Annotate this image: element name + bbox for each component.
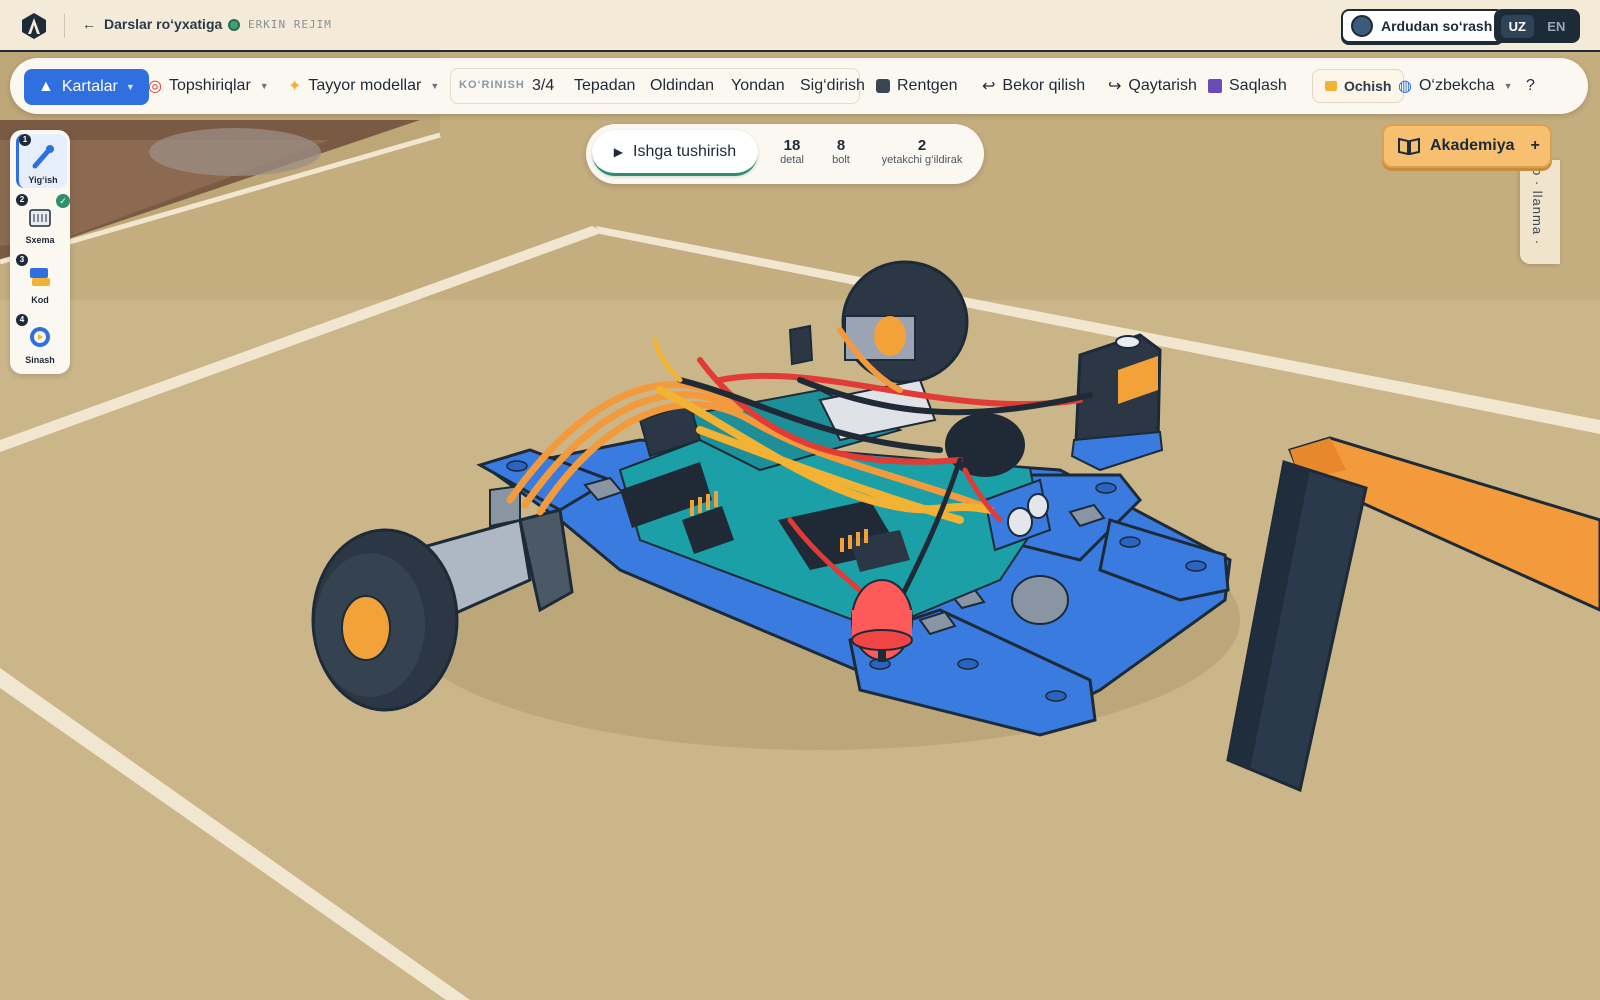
stat-drive-wheels: 2 yetakchi g‘ildirak [872,137,972,167]
step-number: 2 [16,194,28,206]
stat-value: 8 [836,137,846,154]
view-group-label: KO‘RINISH [459,79,525,91]
guide-side-tab[interactable]: o · llanma · [1520,160,1560,264]
redo-label: Qaytarish [1128,77,1197,94]
run-panel: ▶ Ishga tushirish 18 detal 8 bolt 2 yeta… [586,124,984,184]
language-label: O‘zbekcha [1418,77,1495,94]
robot-avatar-icon [1351,15,1373,37]
plus-icon: + [1530,137,1540,154]
top-bar: ← Darslar ro‘yxatiga ERKIN REJIM Ardudan… [0,0,1600,52]
lang-en-button[interactable]: EN [1539,15,1573,38]
step-test[interactable]: 4 Sinash [16,314,64,368]
view-3-4-button[interactable]: 3/4 [532,58,554,114]
mode-label: ERKIN REJIM [248,18,332,31]
redo-icon: ↪ [1108,78,1122,95]
tasks-label: Topshiriqlar [168,77,251,94]
target-icon: ◎ [148,78,162,95]
undo-label: Bekor qilish [1002,77,1086,94]
gear-play-icon [30,327,50,347]
view-top-button[interactable]: Tepadan [574,58,635,114]
step-assemble[interactable]: 1 Yig‘ish [16,134,67,188]
step-label: Kod [31,295,49,305]
step-label: Sinash [25,355,55,365]
folder-icon [1325,81,1337,91]
language-switch: UZ EN [1494,9,1580,43]
back-label: Darslar ro‘yxatiga [104,16,223,32]
globe-icon: ◍ [1398,78,1412,95]
ask-ardu-button[interactable]: Ardudan so‘rash [1341,9,1505,43]
chevron-down-icon: ▼ [259,81,269,91]
floppy-icon [1208,79,1222,93]
stat-parts: 18 detal [776,137,808,167]
sparkle-icon: ✦ [288,78,302,95]
red-led [851,579,913,662]
skull-icon [876,79,890,93]
step-schema[interactable]: 2 ✓ Sxema [16,194,70,248]
open-label: Ochish [1344,78,1392,94]
stat-value: 2 [917,137,927,154]
mode-dot-icon [228,18,240,31]
xray-label: Rentgen [897,77,958,94]
step-number: 4 [16,314,28,326]
wrench-icon [32,145,54,169]
rear-wheel [841,260,969,384]
3d-viewport[interactable] [0,52,1600,1000]
step-rail: 1 Yig‘ish 2 ✓ Sxema 3 Kod 4 Sinash [10,130,70,374]
cards-label: Kartalar [61,78,118,95]
breadboard-icon [29,209,51,227]
redo-button[interactable]: ↪ Qaytarish [1108,58,1197,114]
save-label: Saqlash [1229,77,1287,94]
app-logo-icon[interactable] [20,12,48,40]
xray-button[interactable]: Rentgen [876,58,958,114]
save-button[interactable]: Saqlash [1208,58,1287,114]
check-icon: ✓ [56,194,70,208]
chevron-down-icon: ▼ [430,81,440,91]
academy-button[interactable]: Akademiya + [1382,124,1552,168]
step-number: 1 [19,134,31,146]
run-label: Ishga tushirish [633,142,737,160]
mode-indicator: ERKIN REJIM [228,18,332,31]
chevron-down-icon: ▼ [125,82,135,92]
stat-value: 18 [783,137,801,154]
stat-label: yetakchi g‘ildirak [881,154,963,166]
code-block-icon [30,268,50,286]
stat-label: bolt [832,154,850,166]
back-to-lessons-link[interactable]: ← Darslar ro‘yxatiga [82,16,222,32]
arrow-left-icon: ← [82,16,96,32]
undo-icon: ↩ [982,78,996,95]
chevron-down-icon: ▼ [1503,81,1513,91]
ask-label: Ardudan so‘rash [1381,18,1493,34]
academy-label: Akademiya [1430,137,1515,154]
step-code[interactable]: 3 Kod [16,254,64,308]
guide-tab-label: o · llanma · [1530,168,1545,246]
main-toolbar: ▲ Kartalar ▼ ◎ Topshiriqlar ▼ ✦ Tayyor m… [10,58,1588,114]
models-label: Tayyor modellar [308,77,422,94]
divider [64,14,65,38]
lang-uz-button[interactable]: UZ [1500,14,1534,38]
undo-button[interactable]: ↩ Bekor qilish [982,58,1085,114]
view-side-button[interactable]: Yondan [731,58,785,114]
book-icon [1398,137,1420,155]
play-icon: ▶ [613,144,624,159]
step-number: 3 [16,254,28,266]
step-label: Yig‘ish [28,175,58,185]
help-button[interactable]: ? [1526,58,1535,114]
stat-label: detal [780,154,804,166]
cards-menu-button[interactable]: ▲ Kartalar ▼ [24,69,149,105]
run-button[interactable]: ▶ Ishga tushirish [592,130,758,176]
triangle-icon: ▲ [38,78,54,95]
view-front-button[interactable]: Oldindan [650,58,714,114]
open-button[interactable]: Ochish [1312,69,1405,103]
tasks-menu-button[interactable]: ◎ Topshiriqlar ▼ [148,58,269,114]
step-label: Sxema [25,235,55,245]
language-menu-button[interactable]: ◍ O‘zbekcha ▼ [1398,58,1512,114]
view-fit-button[interactable]: Sig‘dirish [800,58,865,114]
stat-bolts: 8 bolt [826,137,856,167]
models-menu-button[interactable]: ✦ Tayyor modellar ▼ [288,58,439,114]
